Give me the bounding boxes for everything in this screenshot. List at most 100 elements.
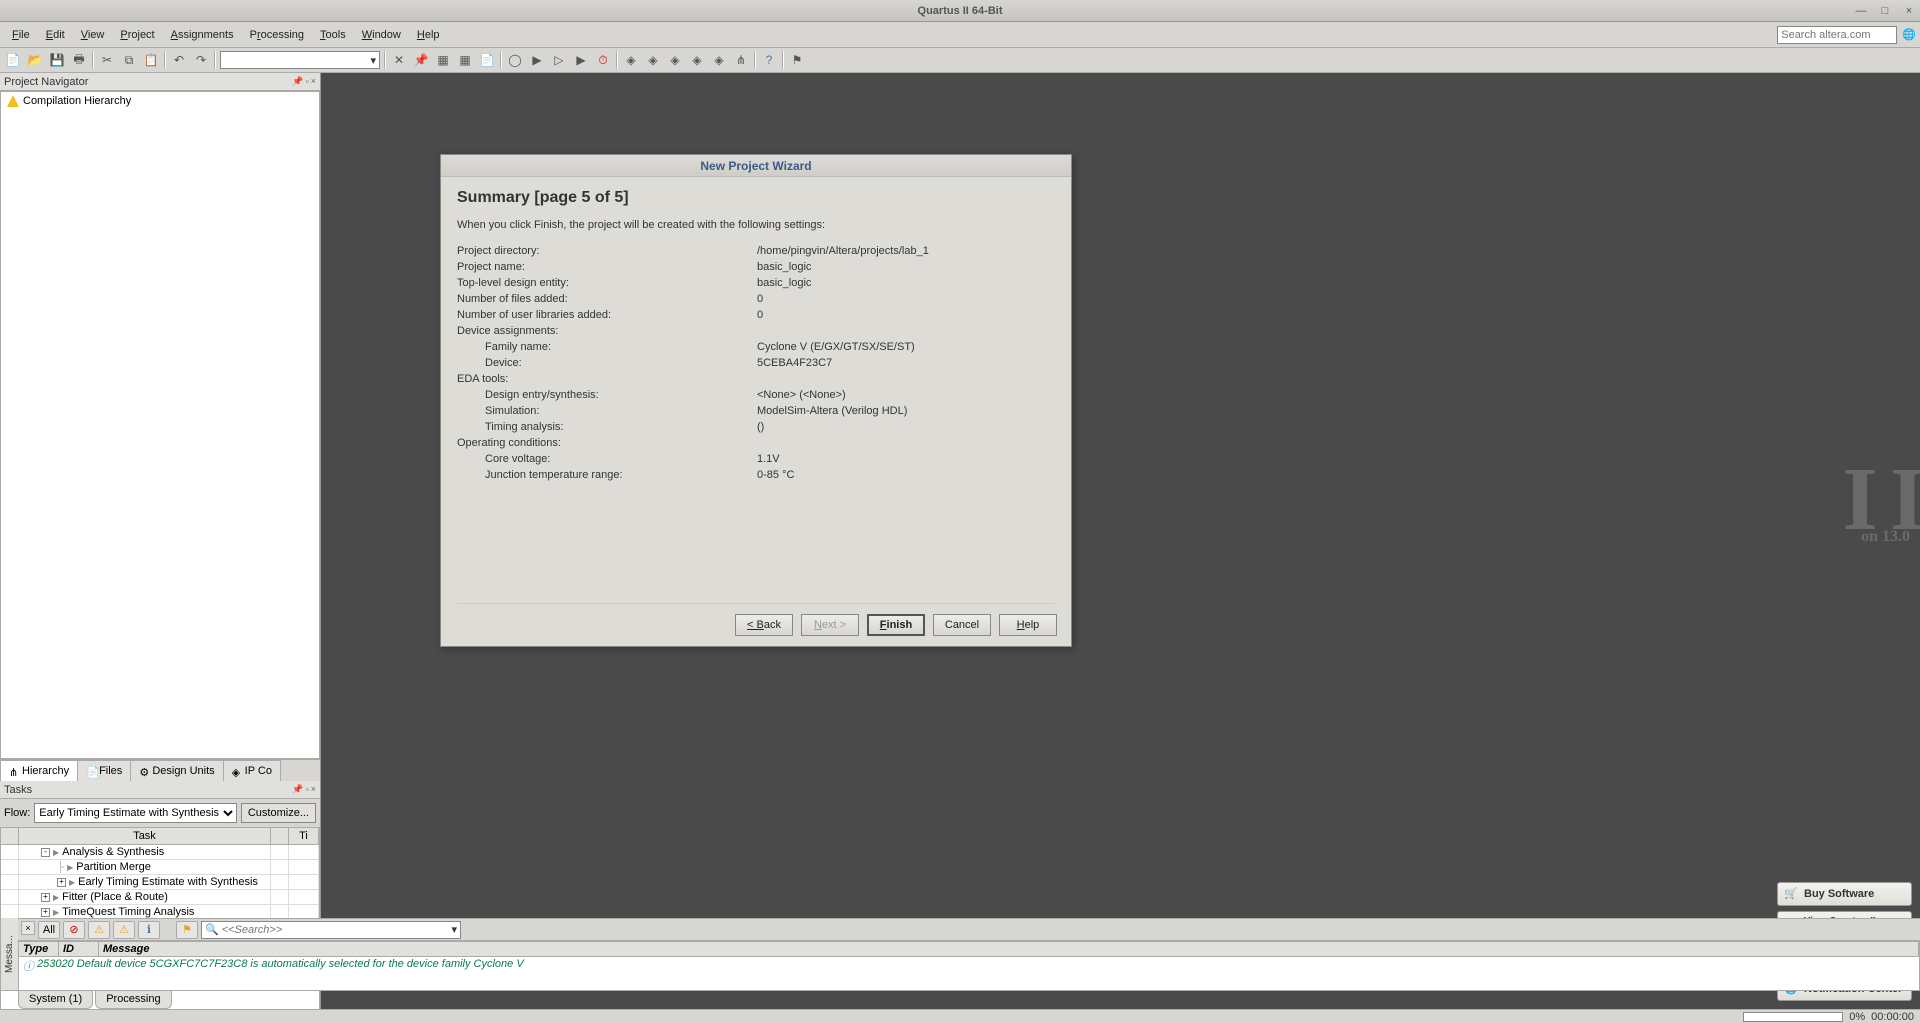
play-icon[interactable]: ▶ — [526, 50, 548, 70]
task-col-time[interactable]: Ti — [289, 828, 319, 844]
buy-software-button[interactable]: 🛒Buy Software — [1777, 882, 1912, 906]
doc-icon[interactable]: 📄 — [476, 50, 498, 70]
summary-label: Number of files added: — [457, 293, 757, 305]
task-row[interactable]: +▶Early Timing Estimate with Synthesis — [1, 875, 319, 890]
flow-select[interactable]: Early Timing Estimate with Synthesis — [34, 803, 237, 823]
cut-icon[interactable]: ✂ — [96, 50, 118, 70]
globe-icon[interactable]: 🌐 — [1902, 29, 1916, 41]
finish-button[interactable]: Finish — [867, 614, 925, 636]
chip-icon[interactable]: ▦ — [432, 50, 454, 70]
messages-table: Type ID Message ⓘ 253020 Default device … — [18, 941, 1920, 991]
messages-search[interactable]: 🔍 ▾ — [201, 921, 461, 939]
tab-files[interactable]: 📄Files — [77, 760, 131, 781]
copy-icon[interactable]: ⧉ — [118, 50, 140, 70]
print-icon[interactable]: 🖶 — [68, 50, 90, 70]
chip2-icon[interactable]: ▦ — [454, 50, 476, 70]
task-row[interactable]: ├▶Partition Merge — [1, 860, 319, 875]
summary-value: 0 — [757, 293, 1055, 305]
menu-file[interactable]: File — [4, 26, 38, 44]
tab-system[interactable]: System (1) — [18, 991, 93, 1009]
expander-icon[interactable]: - — [41, 848, 50, 857]
summary-value: 0 — [757, 309, 1055, 321]
project-navigator-tree[interactable]: Compilation Hierarchy — [0, 91, 320, 759]
tasks-table: Task Ti -▶Analysis & Synthesis├▶Partitio… — [0, 827, 320, 921]
tool2-icon[interactable]: ◈ — [642, 50, 664, 70]
toolbar-separator — [214, 51, 216, 69]
help-button[interactable]: Help — [999, 614, 1057, 636]
filter-warning-icon[interactable]: ⚠ — [88, 921, 110, 939]
close-icon[interactable]: × — [1902, 4, 1916, 18]
expander-icon[interactable]: + — [41, 908, 50, 917]
menu-assignments[interactable]: Assignments — [163, 26, 242, 44]
messages-close-icon[interactable]: × — [21, 921, 35, 935]
filter-critical-icon[interactable]: ⚠ — [113, 921, 135, 939]
hier-icon[interactable]: ⋔ — [730, 50, 752, 70]
pin-icon[interactable]: 📌 — [410, 50, 432, 70]
menu-tools[interactable]: Tools — [312, 26, 354, 44]
tree-root[interactable]: Compilation Hierarchy — [1, 92, 319, 110]
panel-close-icon[interactable]: × — [311, 76, 316, 87]
flag-icon[interactable]: ⚑ — [786, 50, 808, 70]
new-file-icon[interactable]: 📄 — [2, 50, 24, 70]
play-icon: ▶ — [53, 893, 59, 902]
message-row[interactable]: ⓘ 253020 Default device 5CGXFC7C7F23C8 i… — [19, 957, 1919, 975]
task-col-prog[interactable] — [1, 828, 19, 844]
panel-pin-icon[interactable]: 📌 — [292, 76, 303, 87]
panel-close-icon[interactable]: × — [311, 784, 316, 795]
help-icon[interactable]: ? — [758, 50, 780, 70]
expander-icon[interactable]: + — [41, 893, 50, 902]
expander-icon[interactable]: + — [57, 878, 66, 887]
tab-processing[interactable]: Processing — [95, 991, 171, 1009]
task-col-prog2[interactable] — [271, 828, 289, 844]
menu-window[interactable]: Window — [354, 26, 409, 44]
menu-help[interactable]: Help — [409, 26, 448, 44]
back-button[interactable]: < Back — [735, 614, 793, 636]
stop-icon[interactable]: ◯ — [504, 50, 526, 70]
tab-hierarchy[interactable]: ⋔Hierarchy — [0, 760, 78, 781]
filter-flag-icon[interactable]: ⚑ — [176, 921, 198, 939]
open-file-icon[interactable]: 📂 — [24, 50, 46, 70]
tool4-icon[interactable]: ◈ — [686, 50, 708, 70]
search-input[interactable] — [1777, 26, 1897, 44]
msg-col-message[interactable]: Message — [99, 942, 1919, 956]
task-row[interactable]: +▶Fitter (Place & Route) — [1, 890, 319, 905]
panel-pin-icon[interactable]: 📌 — [292, 784, 303, 795]
menu-processing[interactable]: Processing — [242, 26, 312, 44]
customize-button[interactable]: Customize... — [241, 803, 316, 823]
tool1-icon[interactable]: ◈ — [620, 50, 642, 70]
paste-icon[interactable]: 📋 — [140, 50, 162, 70]
tab-design-units[interactable]: ⚙Design Units — [130, 760, 223, 781]
settings-icon[interactable]: ✕ — [388, 50, 410, 70]
compile-icon[interactable]: ▶ — [570, 50, 592, 70]
panel-dock-icon[interactable]: ▫ — [306, 76, 309, 87]
menu-edit[interactable]: Edit — [38, 26, 73, 44]
task-col-task[interactable]: Task — [19, 828, 271, 844]
task-row[interactable]: -▶Analysis & Synthesis — [1, 845, 319, 860]
menu-view[interactable]: View — [73, 26, 113, 44]
messages-side-label[interactable]: Messa... — [0, 918, 18, 991]
play2-icon[interactable]: ▷ — [548, 50, 570, 70]
undo-icon[interactable]: ↶ — [168, 50, 190, 70]
filter-info-icon[interactable]: ℹ — [138, 921, 160, 939]
dropdown-arrow-icon[interactable]: ▾ — [451, 923, 457, 936]
menu-project[interactable]: Project — [112, 26, 162, 44]
msg-col-type[interactable]: Type — [19, 942, 59, 956]
timer-icon[interactable]: ⏱ — [592, 50, 614, 70]
cancel-button[interactable]: Cancel — [933, 614, 991, 636]
dialog-title: New Project Wizard — [441, 155, 1071, 177]
panel-dock-icon[interactable]: ▫ — [306, 784, 309, 795]
tab-ip[interactable]: ◈IP Co — [223, 760, 281, 781]
tool5-icon[interactable]: ◈ — [708, 50, 730, 70]
design-icon: ⚙ — [139, 766, 149, 776]
project-combo[interactable]: ▾ — [220, 51, 380, 69]
messages-search-input[interactable] — [222, 924, 452, 936]
maximize-icon[interactable]: □ — [1878, 4, 1892, 18]
redo-icon[interactable]: ↷ — [190, 50, 212, 70]
filter-all-button[interactable]: All — [38, 921, 60, 939]
tool3-icon[interactable]: ◈ — [664, 50, 686, 70]
filter-error-icon[interactable]: ⊘ — [63, 921, 85, 939]
save-icon[interactable]: 💾 — [46, 50, 68, 70]
summary-value: 1.1V — [757, 453, 1055, 465]
minimize-icon[interactable]: — — [1854, 4, 1868, 18]
msg-col-id[interactable]: ID — [59, 942, 99, 956]
